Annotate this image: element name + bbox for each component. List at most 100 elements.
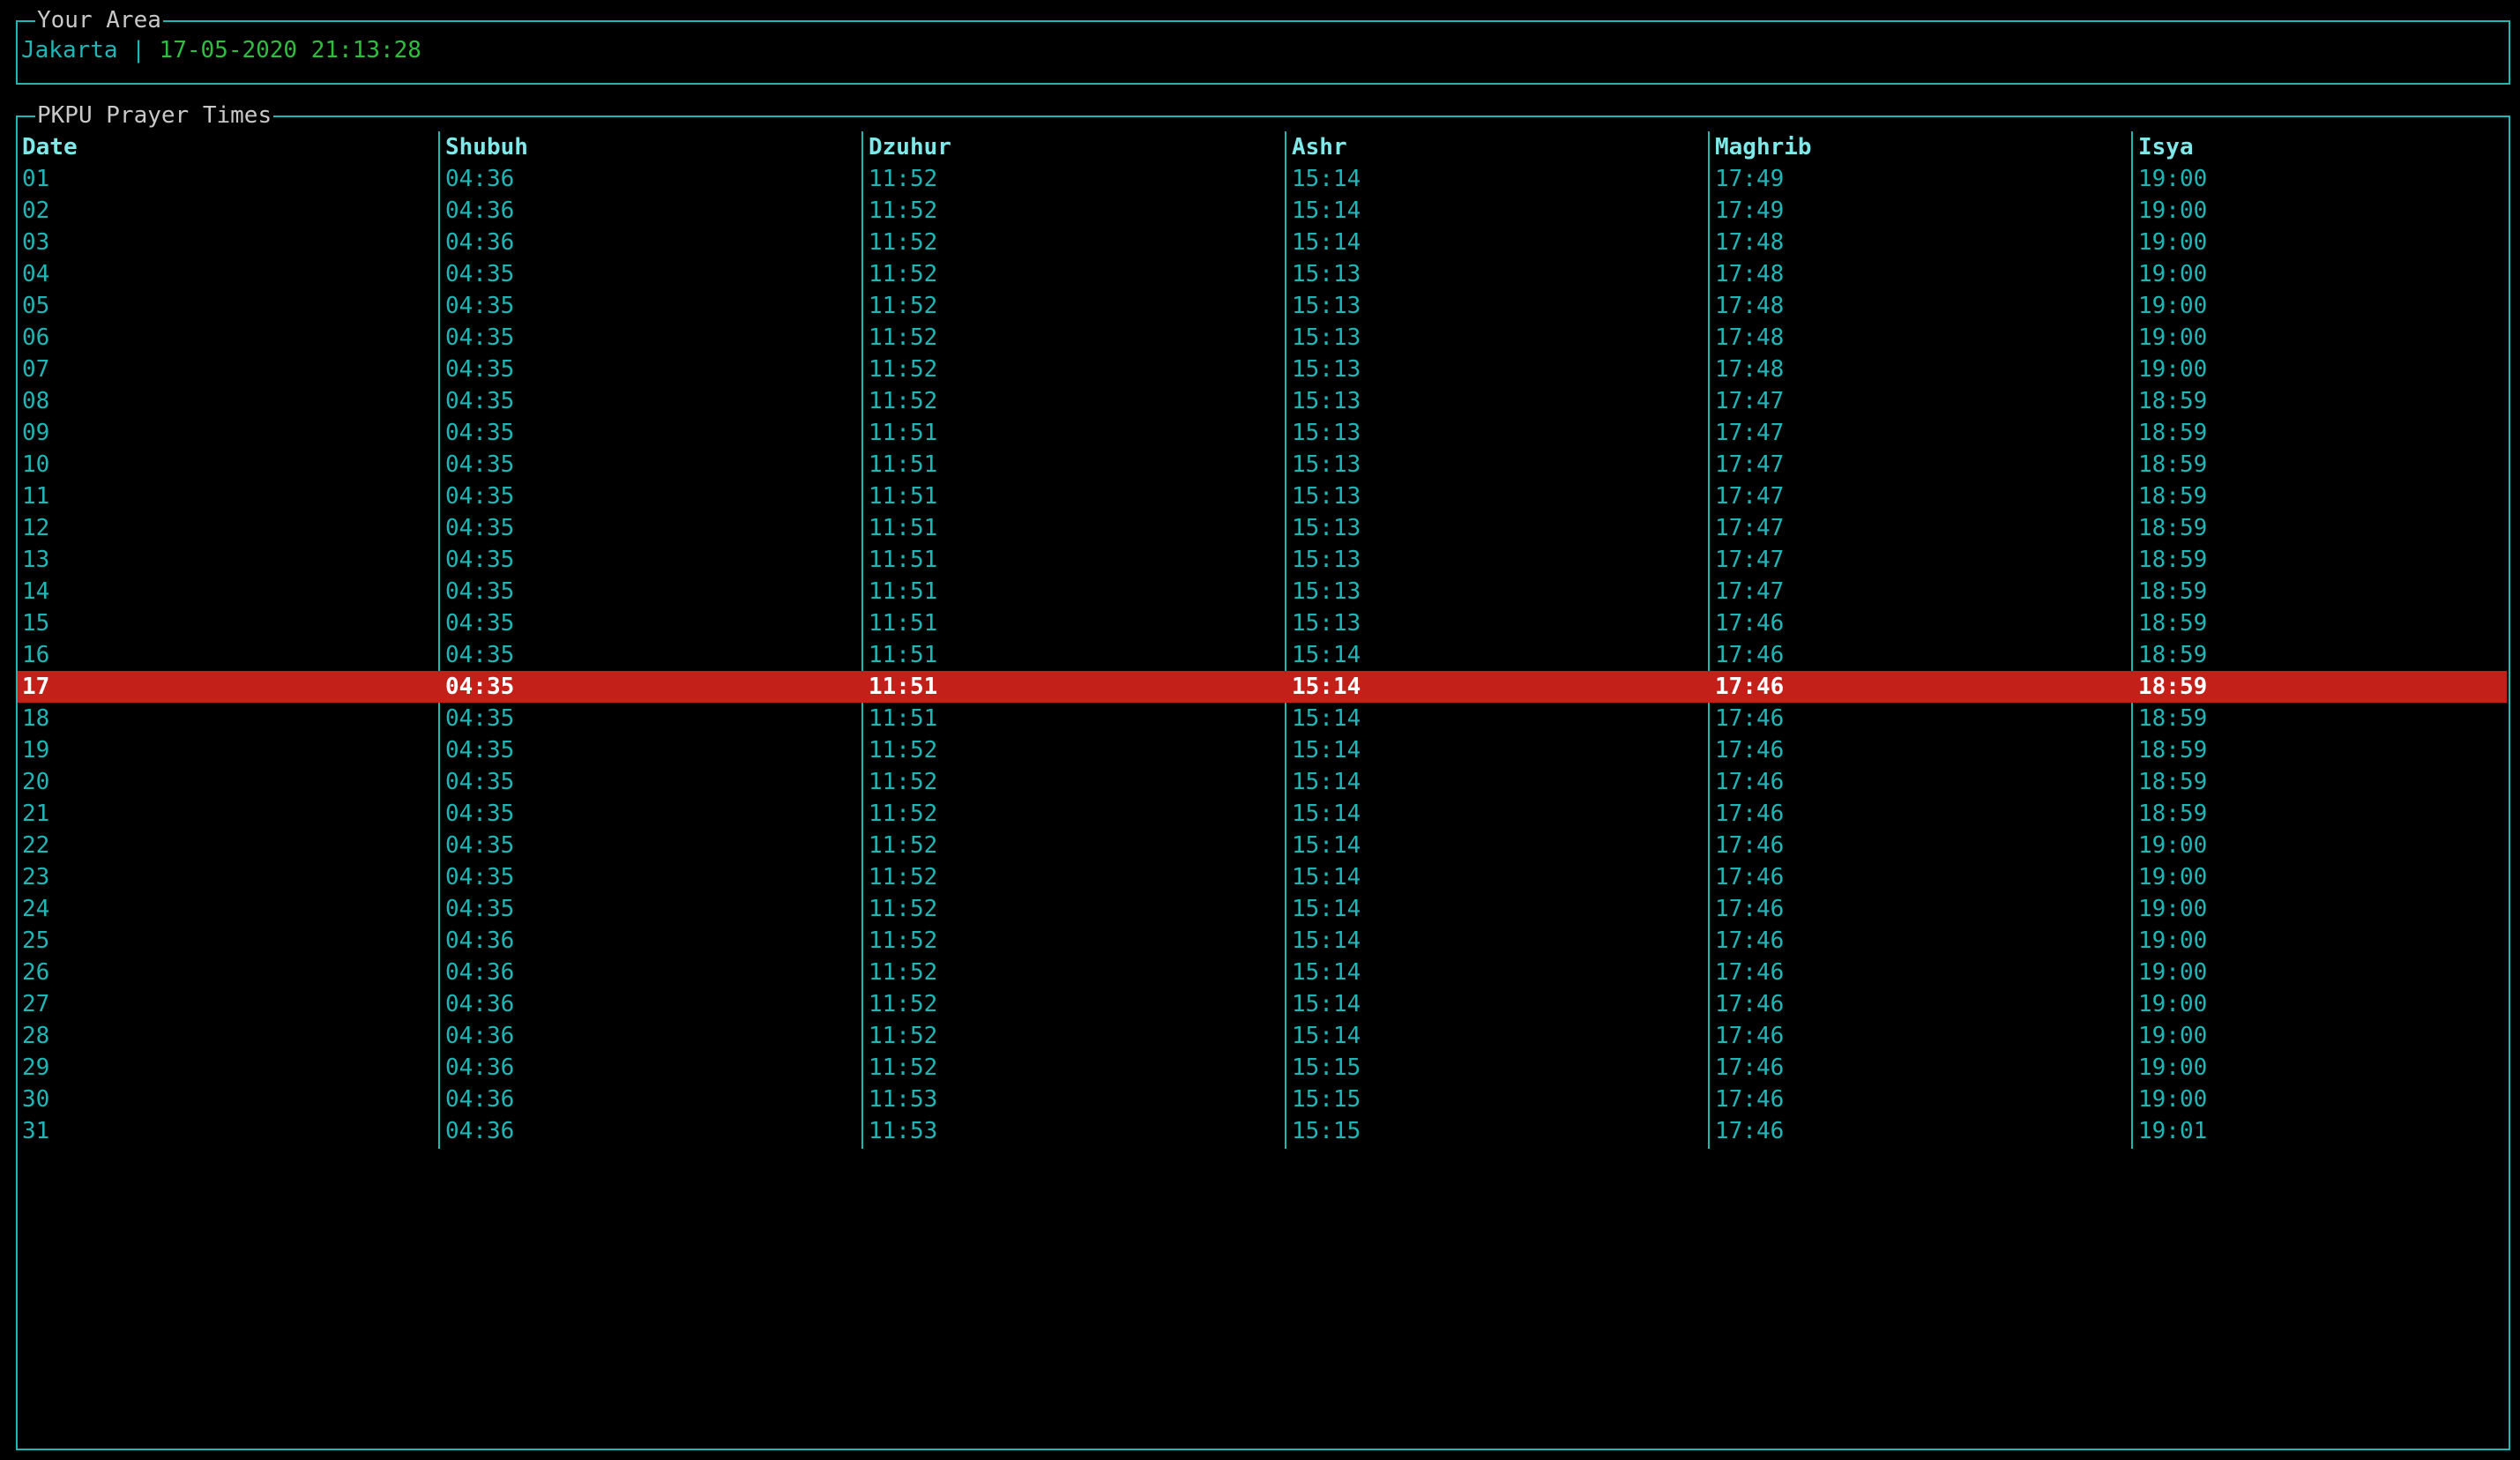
cell-isya: 18:59 [2138,515,2208,541]
cell-maghrib: 17:46 [1715,832,1785,859]
cell-maghrib: 17:46 [1715,737,1785,764]
cell-shubuh: 04:35 [445,642,515,668]
table-row[interactable]: 23 04:35 11:52 15:14 17:46 19:00 [18,861,2509,893]
table-row[interactable]: 28 04:36 11:52 15:14 17:46 19:00 [18,1020,2509,1052]
cell-date: 02 [22,197,50,224]
cell-dzuhur: 11:52 [869,293,938,319]
table-row[interactable]: 03 04:36 11:52 15:14 17:48 19:00 [18,227,2509,258]
table-row[interactable]: 01 04:36 11:52 15:14 17:49 19:00 [18,163,2509,195]
table-row[interactable]: 24 04:35 11:52 15:14 17:46 19:00 [18,893,2509,925]
table-row[interactable]: 04 04:35 11:52 15:13 17:48 19:00 [18,258,2509,290]
cell-maghrib: 17:46 [1715,927,1785,954]
cell-dzuhur: 11:52 [869,1054,938,1081]
cell-maghrib: 17:47 [1715,420,1785,446]
table-row[interactable]: 10 04:35 11:51 15:13 17:47 18:59 [18,449,2509,480]
cell-isya: 19:00 [2138,927,2208,954]
cell-ashr: 15:15 [1292,1054,1361,1081]
table-row[interactable]: 20 04:35 11:52 15:14 17:46 18:59 [18,766,2509,798]
cell-shubuh: 04:36 [445,1054,515,1081]
cell-dzuhur: 11:51 [869,578,938,605]
prayer-times-table[interactable]: Date Shubuh Dzuhur Ashr Maghrib Isya 01 0… [18,131,2509,1147]
cell-isya: 18:59 [2138,388,2208,414]
table-row[interactable]: 21 04:35 11:52 15:14 17:46 18:59 [18,798,2509,830]
table-row[interactable]: 14 04:35 11:51 15:13 17:47 18:59 [18,576,2509,607]
table-row-selected[interactable]: 17 04:35 11:51 15:14 17:46 18:59 [18,671,2507,703]
prayer-times-panel: PKPU Prayer Times Date Shubuh Dzuhur Ash… [16,102,2510,1450]
cell-maghrib: 17:47 [1715,483,1785,510]
cell-isya: 19:00 [2138,832,2208,859]
table-row[interactable]: 27 04:36 11:52 15:14 17:46 19:00 [18,988,2509,1020]
cell-maghrib: 17:46 [1715,896,1785,922]
cell-ashr: 15:13 [1292,610,1361,637]
cell-maghrib: 17:46 [1715,864,1785,890]
table-row[interactable]: 08 04:35 11:52 15:13 17:47 18:59 [18,385,2509,417]
table-row[interactable]: 16 04:35 11:51 15:14 17:46 18:59 [18,639,2509,671]
cell-shubuh: 04:35 [445,896,515,922]
cell-ashr: 15:13 [1292,420,1361,446]
cell-isya: 19:00 [2138,991,2208,1017]
cell-dzuhur: 11:52 [869,261,938,287]
cell-maghrib: 17:46 [1715,642,1785,668]
cell-date: 07 [22,356,50,383]
table-row[interactable]: 07 04:35 11:52 15:13 17:48 19:00 [18,354,2509,385]
table-row[interactable]: 22 04:35 11:52 15:14 17:46 19:00 [18,830,2509,861]
cell-date: 11 [22,483,50,510]
current-datetime: 17-05-2020 21:13:28 [159,37,421,63]
cell-date: 20 [22,769,50,795]
prayer-times-title: PKPU Prayer Times [35,102,274,129]
table-row[interactable]: 26 04:36 11:52 15:14 17:46 19:00 [18,957,2509,988]
cell-maghrib: 17:48 [1715,261,1785,287]
cell-date: 13 [22,547,50,573]
cell-ashr: 15:14 [1292,864,1361,890]
cell-maghrib: 17:46 [1715,991,1785,1017]
table-row[interactable]: 29 04:36 11:52 15:15 17:46 19:00 [18,1052,2509,1084]
cell-isya: 19:00 [2138,1086,2208,1113]
cell-dzuhur: 11:52 [869,896,938,922]
table-row[interactable]: 15 04:35 11:51 15:13 17:46 18:59 [18,607,2509,639]
table-row[interactable]: 25 04:36 11:52 15:14 17:46 19:00 [18,925,2509,957]
header-date: Date [22,134,78,160]
cell-dzuhur: 11:52 [869,1023,938,1049]
cell-ashr: 15:14 [1292,769,1361,795]
area-info-line: Jakarta | 17-05-2020 21:13:28 [21,37,421,63]
table-row[interactable]: 09 04:35 11:51 15:13 17:47 18:59 [18,417,2509,449]
cell-date: 31 [22,1118,50,1144]
table-row[interactable]: 31 04:36 11:53 15:15 17:46 19:01 [18,1115,2509,1147]
cell-ashr: 15:14 [1292,959,1361,986]
cell-dzuhur: 11:52 [869,991,938,1017]
city-name: Jakarta [21,37,118,63]
cell-maghrib: 17:46 [1715,769,1785,795]
cell-dzuhur: 11:51 [869,483,938,510]
cell-dzuhur: 11:51 [869,515,938,541]
cell-ashr: 15:13 [1292,388,1361,414]
cell-isya: 19:00 [2138,1054,2208,1081]
cell-shubuh: 04:35 [445,324,515,351]
cell-maghrib: 17:47 [1715,578,1785,605]
cell-maghrib: 17:47 [1715,451,1785,478]
cell-date: 22 [22,832,50,859]
cell-maghrib: 17:49 [1715,166,1785,192]
cell-shubuh: 04:36 [445,927,515,954]
cell-dzuhur: 11:52 [869,737,938,764]
cell-ashr: 15:14 [1292,927,1361,954]
cell-date: 09 [22,420,50,446]
table-row[interactable]: 13 04:35 11:51 15:13 17:47 18:59 [18,544,2509,576]
cell-shubuh: 04:36 [445,1086,515,1113]
table-row[interactable]: 12 04:35 11:51 15:13 17:47 18:59 [18,512,2509,544]
cell-isya: 19:00 [2138,959,2208,986]
table-row[interactable]: 18 04:35 11:51 15:14 17:46 18:59 [18,703,2509,734]
table-row[interactable]: 02 04:36 11:52 15:14 17:49 19:00 [18,195,2509,227]
table-row[interactable]: 19 04:35 11:52 15:14 17:46 18:59 [18,734,2509,766]
cell-date: 04 [22,261,50,287]
cell-maghrib: 17:48 [1715,356,1785,383]
table-row[interactable]: 05 04:35 11:52 15:13 17:48 19:00 [18,290,2509,322]
cell-maghrib: 17:46 [1715,1118,1785,1144]
cell-ashr: 15:14 [1292,832,1361,859]
cell-isya: 19:00 [2138,261,2208,287]
table-row[interactable]: 11 04:35 11:51 15:13 17:47 18:59 [18,480,2509,512]
cell-ashr: 15:14 [1292,801,1361,827]
cell-isya: 19:00 [2138,864,2208,890]
table-row[interactable]: 06 04:35 11:52 15:13 17:48 19:00 [18,322,2509,354]
table-row[interactable]: 30 04:36 11:53 15:15 17:46 19:00 [18,1084,2509,1115]
cell-isya: 18:59 [2138,801,2208,827]
